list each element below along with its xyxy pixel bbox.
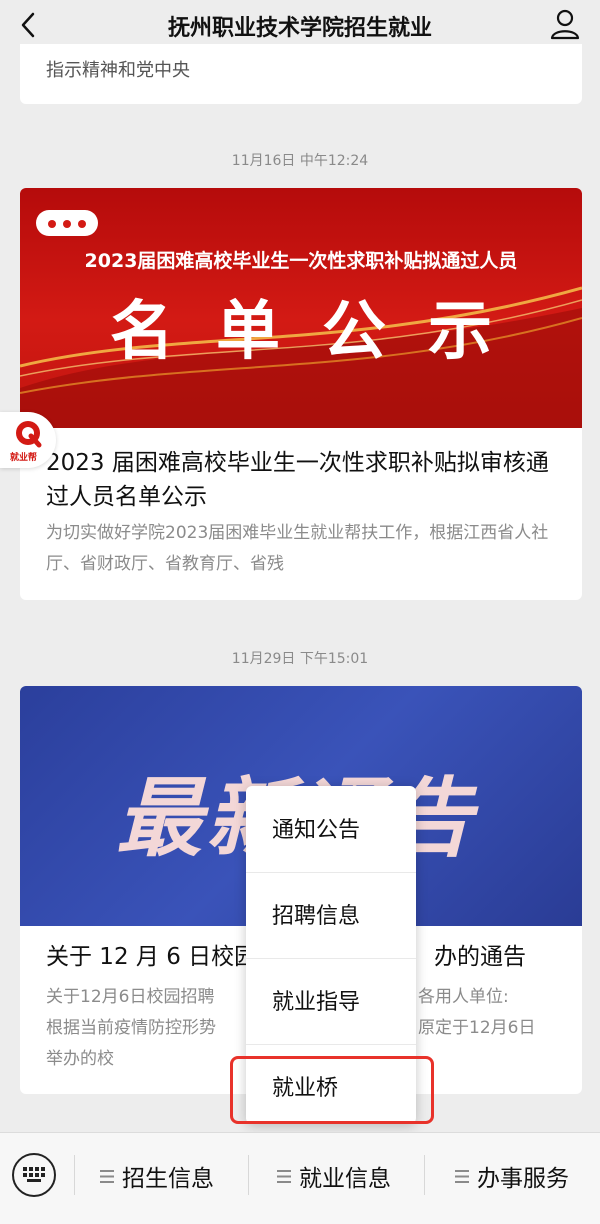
menu-item-job-bridge[interactable]: 就业桥 bbox=[246, 1044, 416, 1130]
page-title: 抚州职业技术学院招生就业 bbox=[167, 16, 432, 41]
article-description: 举办的校 bbox=[46, 1049, 114, 1069]
tab-services[interactable]: 办事服务 bbox=[455, 1159, 569, 1193]
article-title: 关于 12 月 6 日校园 bbox=[46, 944, 258, 970]
floating-job-badge[interactable]: 就业帮 bbox=[0, 412, 56, 468]
more-options-icon bbox=[36, 210, 98, 236]
top-bar: 抚州职业技术学院招生就业 bbox=[0, 0, 600, 50]
q-logo-icon bbox=[16, 421, 42, 448]
article-banner: 2023届困难高校毕业生一次性求职补贴拟通过人员 名单公示 bbox=[20, 188, 582, 428]
menu-item-label: 就业桥 bbox=[272, 1076, 339, 1101]
message-timestamp: 11月16日 中午12:24 bbox=[231, 153, 369, 169]
menu-item-guidance[interactable]: 就业指导 bbox=[246, 958, 416, 1044]
tab-employment[interactable]: 就业信息 bbox=[277, 1159, 391, 1193]
banner-subtitle: 2023届困难高校毕业生一次性求职补贴拟通过人员 bbox=[84, 250, 518, 272]
article-card[interactable]: 2023届困难高校毕业生一次性求职补贴拟通过人员 名单公示 2023 届困难高校… bbox=[20, 188, 582, 600]
message-timestamp: 11月29日 下午15:01 bbox=[231, 651, 369, 667]
menu-item-label: 通知公告 bbox=[272, 818, 361, 843]
article-description: 关于12月6日校园招聘 bbox=[46, 987, 215, 1007]
user-profile-icon[interactable] bbox=[548, 6, 582, 42]
tab-label: 办事服务 bbox=[477, 1166, 569, 1192]
menu-lines-icon bbox=[455, 1170, 469, 1183]
article-title-end: 办的通告 bbox=[434, 944, 526, 970]
menu-lines-icon bbox=[277, 1170, 291, 1183]
tab-divider bbox=[424, 1155, 425, 1195]
tab-label: 招生信息 bbox=[122, 1166, 214, 1192]
article-title: 2023 届困难高校毕业生一次性求职补贴拟审核通过人员名单公示 bbox=[46, 450, 549, 510]
keyboard-icon[interactable] bbox=[12, 1153, 56, 1197]
submenu-popup: 通知公告 招聘信息 就业指导 就业桥 bbox=[246, 786, 416, 1124]
message-excerpt: 指示精神和党中央 bbox=[46, 60, 190, 81]
tab-admissions[interactable]: 招生信息 bbox=[100, 1159, 214, 1193]
article-description: 为切实做好学院2023届困难毕业生就业帮扶工作，根据江西省人社厅、省财政厅、省教… bbox=[46, 523, 549, 574]
message-card-partial[interactable]: 指示精神和党中央 bbox=[20, 44, 582, 104]
badge-label: 就业帮 bbox=[10, 453, 38, 463]
article-description: 原定于12月6日 bbox=[418, 1018, 536, 1038]
article-description: 根据当前疫情防控形势 bbox=[46, 1018, 216, 1038]
menu-item-label: 就业指导 bbox=[272, 990, 361, 1015]
banner-title: 名单公示 bbox=[110, 295, 534, 369]
menu-item-label: 招聘信息 bbox=[272, 904, 361, 929]
tab-divider bbox=[74, 1155, 75, 1195]
tab-divider bbox=[248, 1155, 249, 1195]
menu-lines-icon bbox=[100, 1170, 114, 1183]
bottom-menu-bar: 招生信息 就业信息 办事服务 bbox=[0, 1132, 600, 1224]
menu-item-recruitment[interactable]: 招聘信息 bbox=[246, 872, 416, 958]
menu-item-notice[interactable]: 通知公告 bbox=[246, 786, 416, 872]
tab-label: 就业信息 bbox=[299, 1166, 391, 1192]
article-description: 各用人单位: bbox=[418, 987, 509, 1007]
